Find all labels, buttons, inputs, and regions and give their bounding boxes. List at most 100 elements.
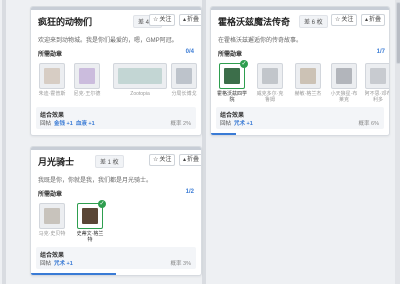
medal-art — [370, 68, 386, 84]
missing-count-badge: 差 1 枚 — [95, 155, 124, 168]
medal-item[interactable]: ✓ 史蒂文·格兰特 — [75, 200, 106, 243]
medal-thumbnail — [74, 63, 100, 89]
medal-name: 马克·史贝特 — [38, 231, 66, 237]
medal-art — [44, 68, 60, 84]
medal-set-card-moon-knight: 月光骑士 差 1 枚 ☆关注 ▴折叠 我既是你，你就是我，我们都是月光骑士。 所… — [30, 146, 202, 276]
card-header: 月光骑士 差 1 枚 ☆关注 ▴折叠 — [31, 147, 201, 172]
medal-art — [300, 68, 316, 84]
required-medals-label: 所需勋章 — [218, 52, 243, 58]
medal-item[interactable]: 朱迪·霍普斯 — [37, 63, 67, 97]
medal-thumbnail: ✓ — [219, 60, 248, 89]
medal-item[interactable]: 小天狼星·布莱克 — [329, 63, 359, 103]
medal-art — [118, 68, 162, 84]
card-title: 霍格沃兹魔法传奇 — [218, 17, 291, 27]
medal-name: Zootopia — [130, 91, 150, 97]
fold-button[interactable]: ▴折叠 — [361, 14, 386, 26]
medal-thumbnail — [365, 63, 389, 89]
bonus-value: 血液 +1 — [75, 121, 95, 127]
medal-art — [262, 68, 278, 84]
bonus-panel: 组合效果 回帖 咒术 +1 概率 3% — [36, 247, 196, 269]
required-medals-label: 所需勋章 — [38, 52, 63, 58]
medal-name: 尼克·王尔德 — [73, 91, 101, 97]
page-scrollbar[interactable] — [395, 0, 400, 284]
medal-thumbnail — [257, 63, 283, 89]
bonus-value: 金钱 +1 — [54, 121, 73, 127]
medal-set-card-zootopia: 疯狂的动物们 差 4 枚 ☆关注 ▴折叠 欢迎来到动物城。我是你们最爱的，嗯，G… — [30, 6, 202, 136]
medal-set-card-hogwarts: 霍格沃兹魔法传奇 差 6 枚 ☆关注 ▴折叠 在霍格沃兹邂逅你的传奇故事。 所需… — [210, 6, 390, 136]
medal-art — [79, 68, 95, 84]
bonus-panel: 组合效果 回帖 金钱 +1 血液 +1 概率 2% — [36, 107, 196, 129]
card-title: 月光骑士 — [38, 157, 75, 167]
mid-gutter — [202, 0, 206, 284]
medal-name: 威克多尔·克鲁姆 — [256, 91, 284, 103]
medal-thumbnail — [39, 63, 65, 89]
medal-name: 霍格沃兹四学院 — [217, 91, 248, 103]
medal-thumbnail — [331, 63, 357, 89]
bonus-effect: 回帖 咒术 +1 — [40, 261, 73, 267]
owned-check-icon: ✓ — [98, 200, 106, 208]
bonus-probability: 概率 2% — [170, 121, 191, 127]
required-medals-label: 所需勋章 — [38, 192, 63, 198]
medal-thumbnail — [171, 63, 197, 89]
bonus-value: 咒术 +1 — [54, 261, 73, 267]
scrollbar-thumb[interactable] — [396, 2, 400, 64]
medal-item[interactable]: 赫敏·格兰杰 — [293, 63, 323, 97]
bonus-title: 组合效果 — [220, 113, 245, 119]
follow-button[interactable]: ☆关注 — [331, 14, 358, 26]
card-header: 霍格沃兹魔法传奇 差 6 枚 ☆关注 ▴折叠 — [211, 7, 389, 32]
medal-thumbnail — [39, 203, 65, 229]
card-description: 欢迎来到动物城。我是你们最爱的，嗯，GMP阿冠。 — [38, 38, 178, 44]
required-medals-count: 1/7 — [376, 49, 385, 55]
medal-thumbnail — [113, 63, 167, 89]
medal-item[interactable]: ✓ 霍格沃兹四学院 — [217, 60, 248, 103]
medal-thumbnail — [295, 63, 321, 89]
medal-name: 小天狼星·布莱克 — [330, 91, 358, 103]
medal-name: 分局长博戈 — [171, 91, 197, 97]
bonus-effect: 回帖 金钱 +1 血液 +1 — [40, 121, 95, 127]
star-icon: ☆ — [335, 17, 341, 23]
follow-button[interactable]: ☆关注 — [149, 14, 176, 26]
medal-art — [82, 208, 98, 224]
card-description: 在霍格沃兹邂逅你的传奇故事。 — [218, 38, 303, 44]
card-header: 疯狂的动物们 差 4 枚 ☆关注 ▴折叠 — [31, 7, 201, 32]
medal-item[interactable]: 威克多尔·克鲁姆 — [255, 63, 285, 103]
star-icon: ☆ — [153, 157, 159, 163]
chevron-up-icon: ▴ — [365, 17, 369, 23]
medal-item[interactable]: 阿不思·邓布利多 — [363, 63, 390, 103]
bonus-title: 组合效果 — [40, 253, 65, 259]
medal-art — [44, 208, 60, 224]
owned-check-icon: ✓ — [240, 60, 248, 68]
medal-art — [176, 68, 192, 84]
medal-name: 史蒂文·格兰特 — [76, 231, 104, 243]
medal-item[interactable]: 马克·史贝特 — [37, 203, 67, 237]
required-medals-count: 1/2 — [185, 189, 194, 195]
medal-name: 阿不思·邓布利多 — [364, 91, 390, 103]
medal-item[interactable]: 尼克·王尔德 — [72, 63, 102, 97]
bonus-effect: 回帖 咒术 +1 — [220, 121, 253, 127]
required-medals-count: 0/4 — [185, 49, 194, 55]
medal-item[interactable]: 分局长博戈 — [169, 63, 199, 97]
fold-button[interactable]: ▴折叠 — [179, 14, 201, 26]
follow-button[interactable]: ☆关注 — [149, 154, 176, 166]
bonus-probability: 概率 3% — [170, 261, 191, 267]
medal-name: 赫敏·格兰杰 — [294, 91, 322, 97]
progress-bar — [211, 133, 236, 135]
left-gutter — [2, 0, 6, 284]
bonus-title: 组合效果 — [40, 113, 65, 119]
fold-button[interactable]: ▴折叠 — [179, 154, 201, 166]
medal-name: 朱迪·霍普斯 — [38, 91, 66, 97]
medal-thumbnail: ✓ — [77, 200, 106, 229]
card-description: 我既是你，你就是我，我们都是月光骑士。 — [38, 178, 153, 184]
bonus-value: 咒术 +1 — [234, 121, 253, 127]
bonus-probability: 概率 6% — [358, 121, 379, 127]
missing-count-badge: 差 6 枚 — [299, 15, 328, 28]
chevron-up-icon: ▴ — [183, 157, 187, 163]
medal-art — [336, 68, 352, 84]
star-icon: ☆ — [153, 17, 159, 23]
medal-art — [224, 68, 240, 84]
chevron-up-icon: ▴ — [183, 17, 187, 23]
progress-bar — [31, 273, 116, 275]
card-title: 疯狂的动物们 — [38, 17, 93, 27]
medal-item[interactable]: Zootopia — [111, 63, 169, 97]
bonus-panel: 组合效果 回帖 咒术 +1 概率 6% — [216, 107, 384, 129]
